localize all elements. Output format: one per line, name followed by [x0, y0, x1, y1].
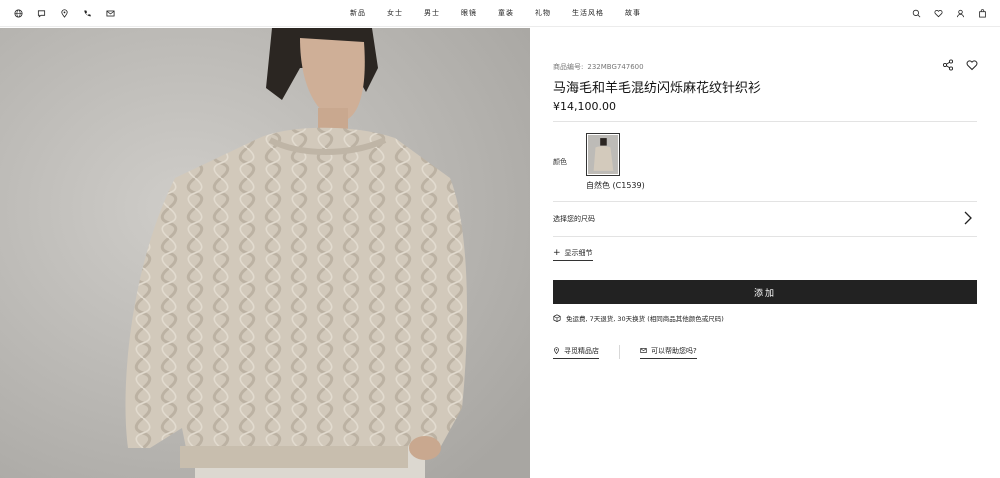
- find-store-link[interactable]: 寻觅精品店: [553, 346, 599, 359]
- sku-value: 232MBG747600: [587, 63, 644, 71]
- shipping-note: 免运费, 7天退货, 30天换货 (相同商品其他颜色或尺码): [553, 313, 724, 323]
- bag-icon[interactable]: [976, 7, 989, 20]
- top-header: 新品 女士 男士 眼镜 童装 礼物 生活风格 故事: [0, 0, 1000, 27]
- show-details-toggle[interactable]: + 显示细节: [553, 248, 593, 261]
- color-swatch-selected[interactable]: [586, 133, 620, 176]
- product-sku: 商品编号: 232MBG747600: [553, 62, 644, 72]
- product-title: 马海毛和羊毛混纺闪烁麻花纹针织衫: [553, 81, 762, 96]
- wishlist-heart-icon[interactable]: [966, 59, 978, 71]
- nav-item-gifts[interactable]: 礼物: [535, 8, 551, 18]
- main-nav: 新品 女士 男士 眼镜 童装 礼物 生活风格 故事: [350, 8, 662, 18]
- product-price: ¥14,100.00: [553, 100, 616, 113]
- help-link[interactable]: 可以帮助您吗?: [640, 346, 697, 359]
- support-links: 寻觅精品店 可以帮助您吗?: [553, 345, 697, 359]
- share-icon[interactable]: [942, 59, 954, 71]
- find-store-label: 寻觅精品店: [564, 346, 599, 355]
- help-label: 可以帮助您吗?: [651, 346, 697, 355]
- chat-icon[interactable]: [35, 7, 48, 20]
- user-icon[interactable]: [954, 7, 967, 20]
- link-separator: [619, 345, 620, 359]
- header-utility-icons: [12, 7, 117, 20]
- nav-item-eyewear[interactable]: 眼镜: [461, 8, 477, 18]
- location-icon: [554, 347, 559, 354]
- nav-item-new[interactable]: 新品: [350, 8, 366, 18]
- heart-icon[interactable]: [932, 7, 945, 20]
- nav-item-women[interactable]: 女士: [387, 8, 403, 18]
- divider: [553, 236, 977, 237]
- globe-icon[interactable]: [12, 7, 25, 20]
- show-details-label: 显示细节: [564, 249, 593, 257]
- add-to-bag-button[interactable]: 添加: [553, 280, 977, 304]
- chevron-right-icon: [964, 211, 972, 225]
- location-icon[interactable]: [58, 7, 71, 20]
- divider: [553, 121, 977, 122]
- header-account-icons: [910, 7, 989, 20]
- color-label: 颜色: [553, 158, 567, 166]
- product-image[interactable]: [0, 28, 530, 478]
- mail-icon: [640, 348, 647, 353]
- phone-icon[interactable]: [81, 7, 94, 20]
- color-swatch-thumbnail: [588, 135, 618, 174]
- sku-label: 商品编号:: [553, 63, 584, 71]
- shipping-note-text: 免运费, 7天退货, 30天换货 (相同商品其他颜色或尺码): [566, 315, 724, 323]
- nav-item-men[interactable]: 男士: [424, 8, 440, 18]
- nav-item-kids[interactable]: 童装: [498, 8, 514, 18]
- search-icon[interactable]: [910, 7, 923, 20]
- nav-item-lifestyle[interactable]: 生活风格: [572, 8, 604, 18]
- model-wearing-sweater-illustration: [0, 28, 530, 478]
- size-selector[interactable]: 选择您的尺码: [553, 202, 977, 236]
- mail-icon[interactable]: [104, 7, 117, 20]
- nav-item-stories[interactable]: 故事: [625, 8, 641, 18]
- package-icon: [553, 314, 561, 322]
- plus-icon: +: [553, 248, 561, 258]
- size-label: 选择您的尺码: [553, 215, 595, 223]
- color-name: 自然色 (C1539): [586, 181, 645, 190]
